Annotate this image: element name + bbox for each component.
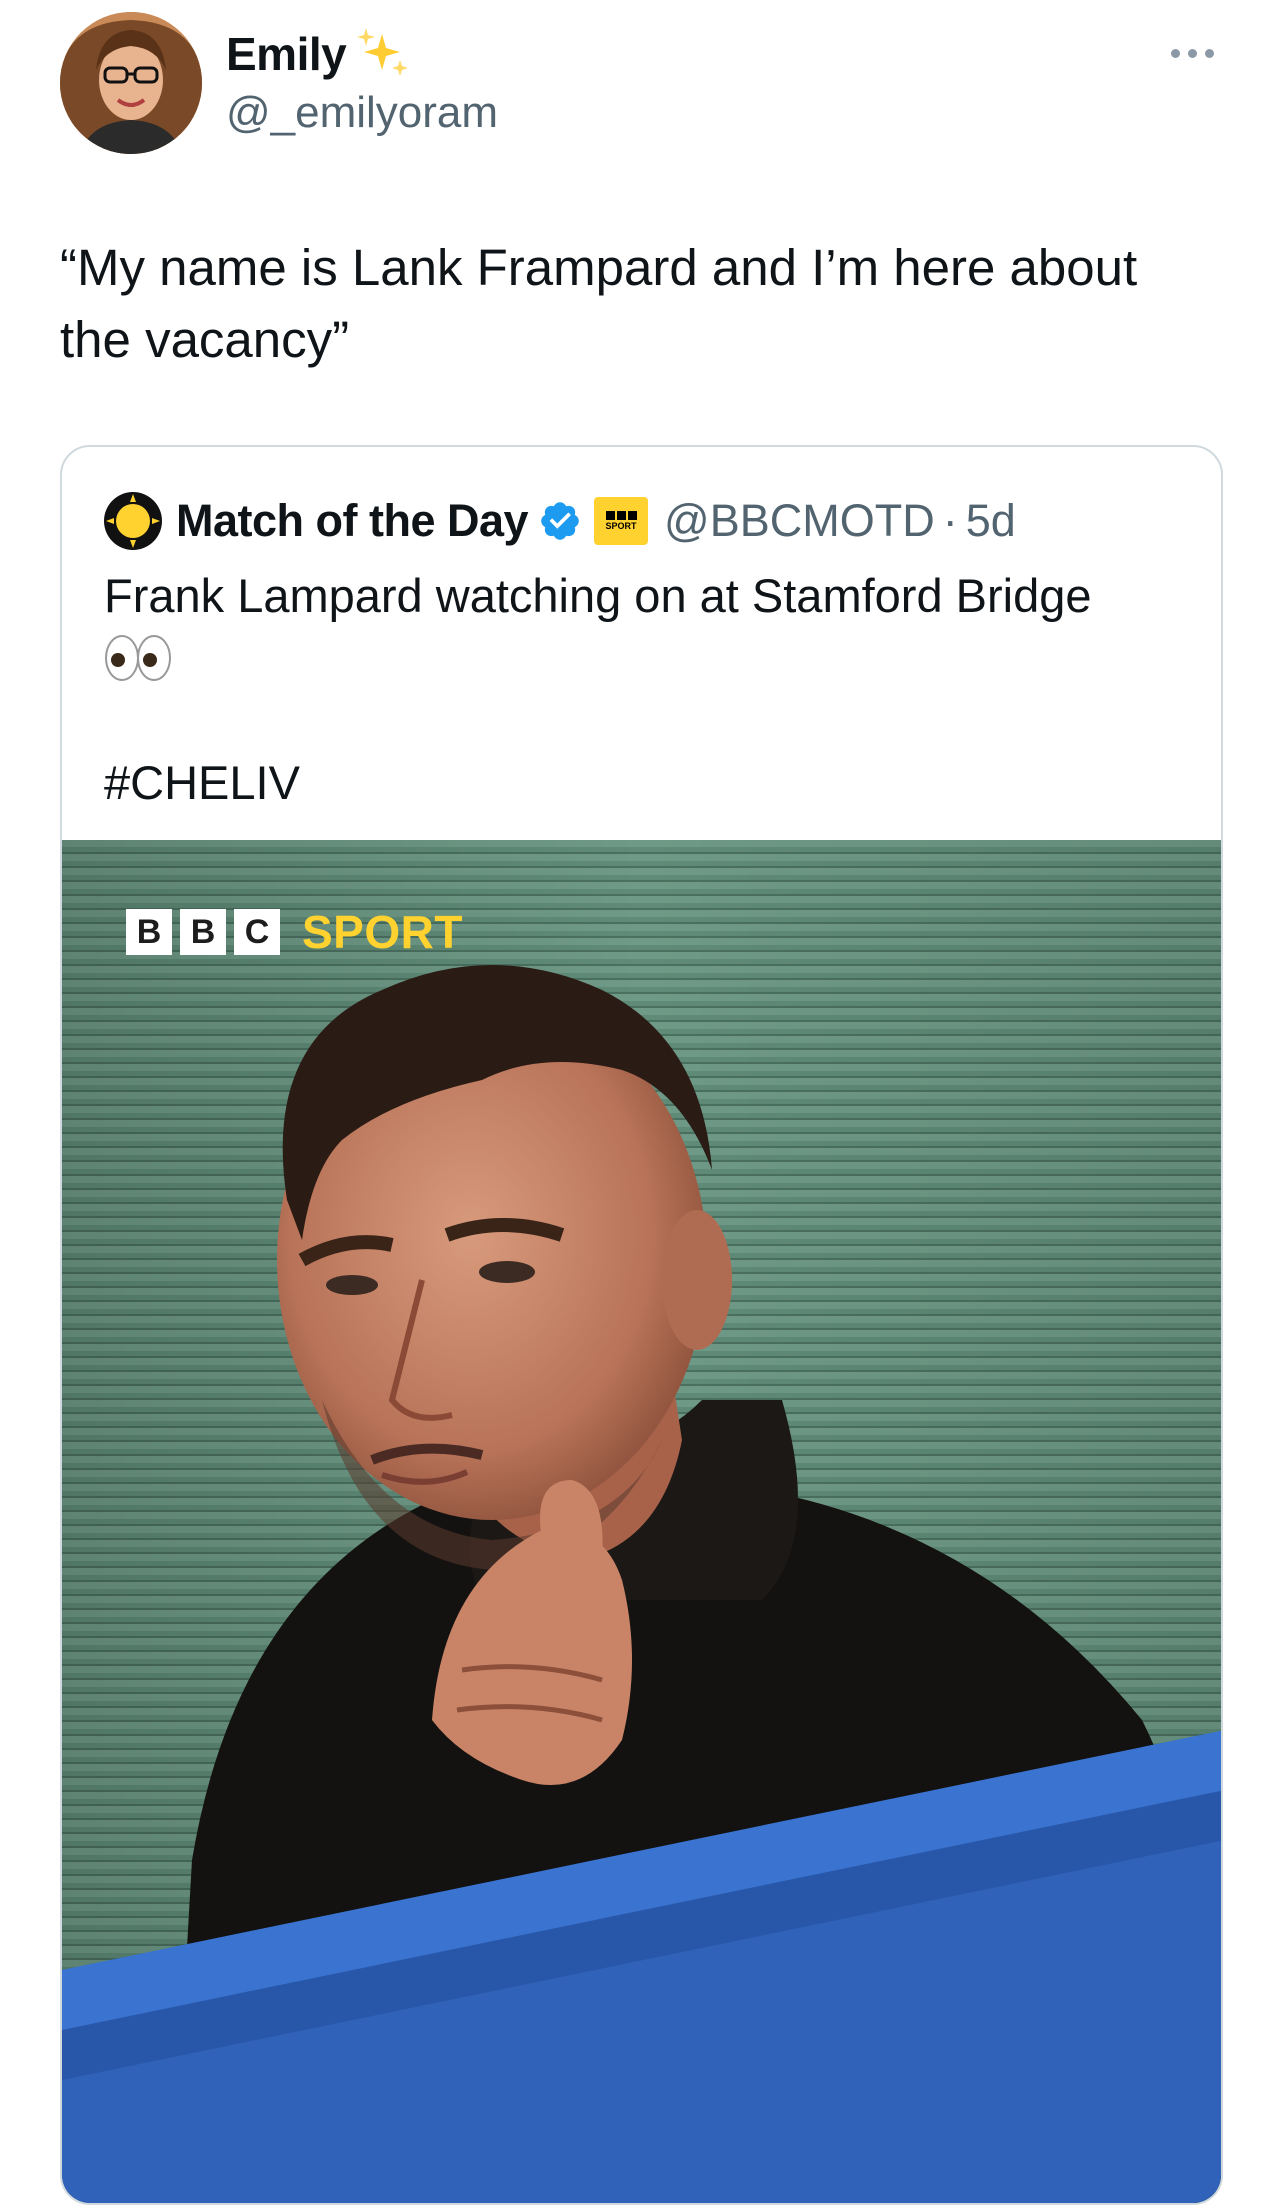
bbc-sport-logo: B B C SPORT <box>126 905 463 959</box>
lampard-photo <box>62 840 1221 2203</box>
quoted-tweet-media[interactable]: B B C SPORT <box>62 840 1221 2203</box>
quoted-tweet-text: Frank Lampard watching on at Stamford Br… <box>104 569 1092 622</box>
bbc-logo-letter: B <box>126 909 172 955</box>
match-of-the-day-logo-icon[interactable] <box>104 492 162 550</box>
separator-dot: · <box>942 495 958 546</box>
sparkles-icon <box>357 28 409 76</box>
verified-badge-icon <box>541 502 579 540</box>
quoted-tweet-card[interactable]: Match of the Day SPORT @BBCMOTD · 5d Fra… <box>60 445 1223 2205</box>
quoted-tweet-header: Match of the Day SPORT @BBCMOTD · 5d <box>104 491 1016 551</box>
bbc-sport-affiliate-badge-icon[interactable]: SPORT <box>594 497 649 545</box>
more-dot-icon <box>1204 48 1214 58</box>
hashtag-link[interactable]: #CHELIV <box>104 755 300 810</box>
author-avatar[interactable] <box>60 12 202 154</box>
author-handle[interactable]: @_emilyoram <box>226 88 498 138</box>
quoted-author-handle[interactable]: @BBCMOTD <box>664 495 935 547</box>
more-options-button[interactable] <box>1166 38 1218 68</box>
bbc-logo-letter: C <box>234 909 280 955</box>
eyes-icon <box>105 635 171 681</box>
author-name[interactable]: Emily <box>226 27 347 81</box>
tweet-text: “My name is Lank Frampard and I’m here a… <box>60 239 1138 368</box>
quoted-author-name[interactable]: Match of the Day <box>176 495 529 547</box>
quoted-tweet-time[interactable]: 5d <box>966 495 1016 547</box>
more-dot-icon <box>1170 48 1180 58</box>
author-name-row[interactable]: Emily <box>226 26 412 82</box>
bbc-logo-sport-text: SPORT <box>302 906 463 958</box>
bbc-logo-letter: B <box>180 909 226 955</box>
more-dot-icon <box>1187 48 1197 58</box>
